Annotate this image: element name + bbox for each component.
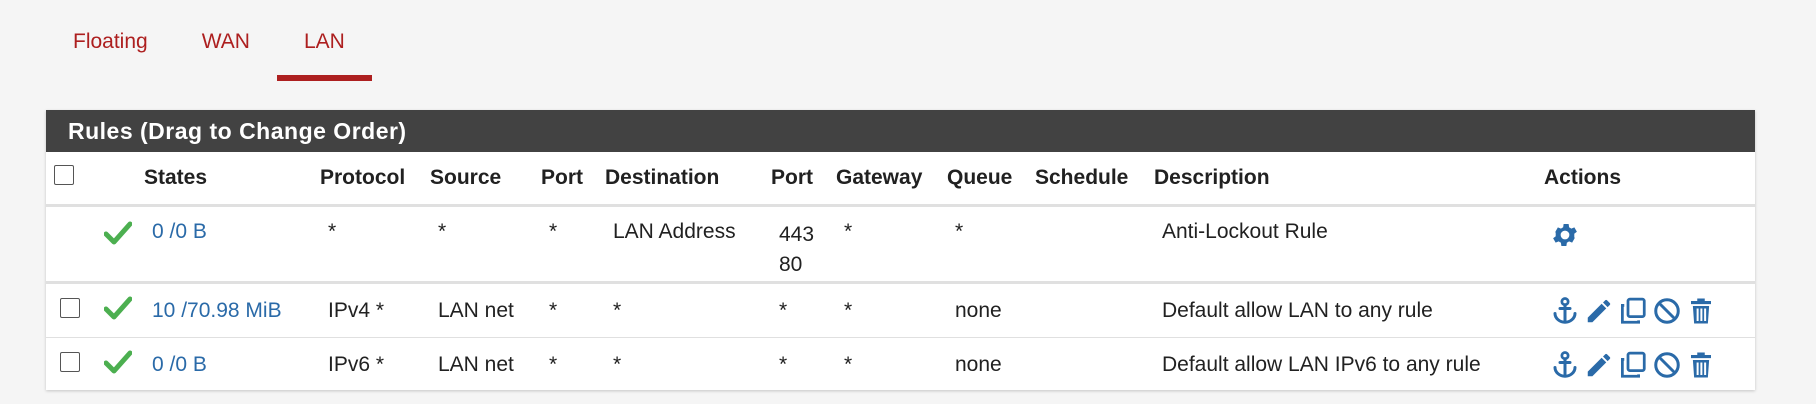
pencil-icon[interactable] (1584, 296, 1614, 326)
tab-lan[interactable]: LAN (276, 18, 372, 81)
description-cell: Default allow LAN to any rule (1154, 282, 1544, 338)
row-checkbox[interactable] (60, 297, 80, 318)
col-destination: Destination (605, 152, 771, 207)
destination-cell: * (613, 352, 622, 376)
protocol-cell: IPv6 * (328, 352, 385, 376)
protocol-cell: IPv4 * (320, 282, 430, 338)
rules-panel: Rules (Drag to Change Order) States Prot… (46, 110, 1755, 390)
gateway-cell: * (844, 352, 853, 376)
dest-port-cell: * (771, 282, 836, 338)
table-row[interactable]: 0 /0 B IPv6 * LAN net * * * * none Defau… (46, 338, 1755, 392)
schedule-cell (1035, 282, 1154, 338)
copy-icon[interactable] (1618, 350, 1648, 380)
destination-cell: LAN Address (605, 205, 771, 284)
trash-icon[interactable] (1686, 350, 1716, 380)
tab-floating[interactable]: Floating (46, 18, 175, 81)
copy-icon[interactable] (1618, 296, 1648, 326)
dest-port-cell: * (779, 352, 788, 376)
disable-icon[interactable] (1652, 350, 1682, 380)
states-link[interactable]: 0 /0 B (144, 205, 320, 284)
col-actions: Actions (1544, 152, 1755, 207)
anchor-icon[interactable] (1550, 350, 1580, 380)
table-row[interactable]: 0 /0 B * * * LAN Address 443 80 * * Anti… (46, 205, 1755, 284)
dest-port-443: 443 (779, 223, 815, 246)
description-cell: Default allow LAN IPv6 to any rule (1162, 352, 1481, 376)
source-cell: LAN net (430, 282, 541, 338)
source-cell: LAN net (438, 352, 514, 376)
check-icon[interactable] (103, 295, 133, 321)
pencil-icon[interactable] (1584, 350, 1614, 380)
protocol-cell: * (320, 205, 430, 284)
queue-cell: none (947, 282, 1035, 338)
check-icon[interactable] (103, 220, 133, 246)
destination-cell: * (605, 282, 771, 338)
queue-cell: none (955, 352, 1002, 376)
gateway-cell: * (836, 205, 947, 284)
select-all-checkbox[interactable] (54, 165, 74, 185)
source-cell: * (430, 205, 541, 284)
trash-icon[interactable] (1686, 296, 1716, 326)
source-port-cell: * (549, 352, 558, 376)
states-link[interactable]: 0 /0 B (144, 338, 320, 392)
disable-icon[interactable] (1652, 296, 1682, 326)
col-states: States (144, 152, 320, 207)
anchor-icon[interactable] (1550, 296, 1580, 326)
row-checkbox[interactable] (60, 351, 80, 372)
col-description: Description (1154, 152, 1544, 207)
col-gateway: Gateway (836, 152, 947, 207)
tab-wan[interactable]: WAN (175, 18, 277, 81)
table-header-row: States Protocol Source Port Destination … (46, 152, 1755, 207)
source-port-cell: * (541, 205, 605, 284)
col-queue: Queue (947, 152, 1035, 207)
states-link[interactable]: 10 /70.98 MiB (144, 282, 320, 338)
schedule-cell (1035, 205, 1154, 284)
gear-icon[interactable] (1550, 220, 1580, 250)
gateway-cell: * (836, 282, 947, 338)
panel-title: Rules (Drag to Change Order) (46, 110, 1755, 152)
table-row[interactable]: 10 /70.98 MiB IPv4 * LAN net * * * * non… (46, 282, 1755, 338)
tab-bar: Floating WAN LAN (46, 18, 372, 81)
description-cell: Anti-Lockout Rule (1154, 205, 1544, 284)
dest-port-cell: 443 80 (771, 205, 836, 284)
col-protocol: Protocol (320, 152, 430, 207)
source-port-cell: * (541, 282, 605, 338)
col-dest-port: Port (771, 152, 836, 207)
col-source: Source (430, 152, 541, 207)
col-source-port: Port (541, 152, 605, 207)
check-icon[interactable] (103, 349, 133, 375)
dest-port-80: 80 (779, 253, 803, 276)
schedule-cell (1035, 338, 1154, 392)
rules-table: States Protocol Source Port Destination … (46, 152, 1755, 391)
queue-cell: * (947, 205, 1035, 284)
col-schedule: Schedule (1035, 152, 1154, 207)
